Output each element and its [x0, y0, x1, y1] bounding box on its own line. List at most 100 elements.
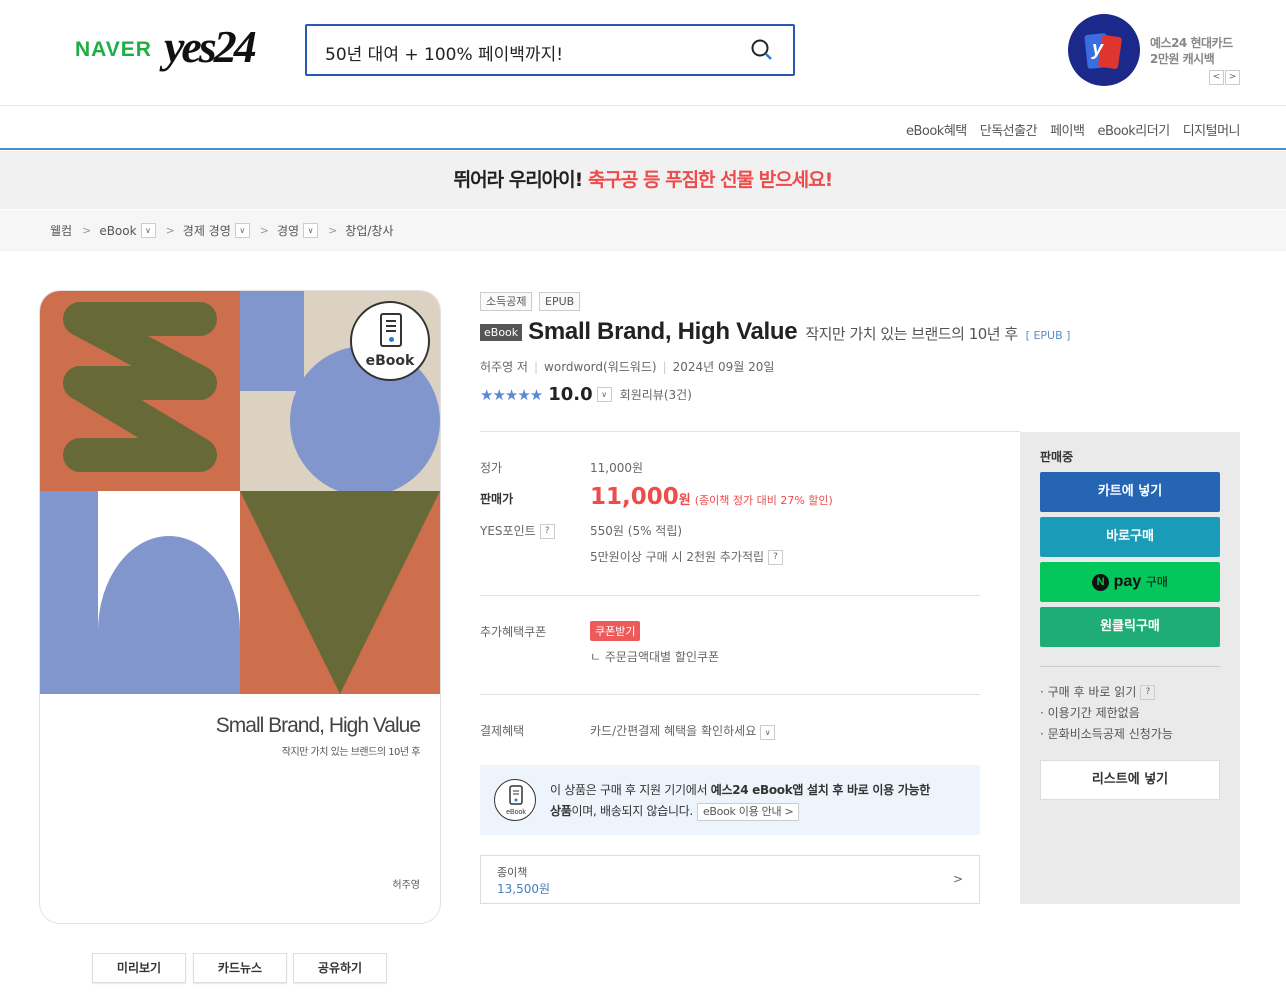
- divider: [1040, 666, 1220, 667]
- notice-text-product: 상품: [550, 804, 572, 818]
- subnav-digital-money[interactable]: 디지털머니: [1183, 120, 1241, 139]
- divider: [480, 595, 980, 596]
- banner-text-1: 뛰어라 우리아이!: [453, 169, 584, 191]
- rating-score: 10.0: [548, 384, 593, 405]
- share-button[interactable]: 공유하기: [293, 953, 387, 983]
- rating-row: ★★★★★ 10.0 ∨ 회원리뷰(3건): [480, 384, 692, 405]
- point-label-text: YES포인트: [480, 524, 536, 538]
- notice-text-bold: 예스24 eBook앱 설치 후 바로 이용 가능한: [710, 783, 931, 797]
- preview-button[interactable]: 미리보기: [92, 953, 186, 983]
- search-icon[interactable]: [751, 39, 773, 61]
- chevron-right-icon: >: [259, 224, 269, 237]
- star-rating-icon: ★★★★★: [480, 385, 543, 404]
- sale-price-unit: 원: [678, 493, 691, 508]
- cover-subtitle: 작지만 가치 있는 브랜드의 10년 후: [281, 747, 421, 758]
- product-subtitle: 작지만 가치 있는 브랜드의 10년 후: [805, 325, 1018, 343]
- search-input[interactable]: 50년 대여 + 100% 페이백까지!: [305, 24, 795, 76]
- publisher-link[interactable]: wordword(워드워드): [544, 360, 657, 374]
- point-extra: 5만원이상 구매 시 2천원 추가적립?: [590, 548, 784, 565]
- member-review-link[interactable]: 회원리뷰(3건): [620, 386, 692, 403]
- tag-tax-deduction: 소득공제: [480, 292, 533, 311]
- npay-suffix: 구매: [1145, 575, 1168, 589]
- divider: [480, 694, 980, 695]
- subnav-payback[interactable]: 페이백: [1050, 120, 1085, 139]
- coupon-label: 추가혜택쿠폰: [480, 625, 547, 639]
- add-to-wishlist-button[interactable]: 리스트에 넣기: [1040, 760, 1220, 800]
- breadcrumb-startup[interactable]: 창업/창사: [345, 222, 393, 239]
- sale-price-value: 11,000: [590, 484, 679, 510]
- point-value: 550원 (5% 적립): [590, 524, 683, 538]
- ebook-icon-label: eBook: [506, 809, 526, 816]
- chevron-right-icon: >: [952, 872, 963, 886]
- product-format: [ EPUB ]: [1025, 329, 1071, 342]
- promo-text[interactable]: 예스24 현대카드 2만원 캐시백: [1150, 35, 1233, 67]
- note-unlimited: · 이용기간 제한없음: [1040, 706, 1140, 720]
- chevron-down-icon[interactable]: ∨: [760, 725, 776, 740]
- coupon-download-button[interactable]: 쿠폰받기: [590, 621, 641, 641]
- payment-benefit-text: 카드/간편결제 혜택을 확인하세요: [590, 724, 757, 738]
- chevron-down-icon[interactable]: ∨: [234, 223, 250, 238]
- subnav-ebook-reader[interactable]: eBook리더기: [1097, 120, 1170, 139]
- card-news-button[interactable]: 카드뉴스: [193, 953, 287, 983]
- ebook-notice: eBook 이 상품은 구매 후 지원 기기에서 예스24 eBook앱 설치 …: [480, 765, 980, 835]
- author-link[interactable]: 허주영 저: [480, 360, 528, 374]
- paper-book-label: 종이책: [497, 866, 528, 879]
- help-icon[interactable]: ?: [768, 550, 784, 565]
- ebook-badge: eBook: [350, 301, 430, 381]
- purchase-sidebar: 판매중 카트에 넣기 바로구매 N pay 구매 원클릭구매 · 구매 후 바로…: [1020, 432, 1240, 904]
- help-icon[interactable]: ?: [1140, 685, 1156, 700]
- help-icon[interactable]: ?: [539, 524, 555, 539]
- promo-line1: 예스24 현대카드: [1150, 36, 1233, 50]
- sale-price: 11,000원 (종이책 정가 대비 27% 할인): [590, 484, 833, 510]
- ebook-badge-label: eBook: [365, 353, 415, 369]
- point-extra-text: 5만원이상 구매 시 2천원 추가적립: [590, 550, 765, 564]
- buy-now-button[interactable]: 바로구매: [1040, 517, 1220, 557]
- tag-epub: EPUB: [539, 292, 581, 311]
- list-price-label: 정가: [480, 461, 503, 475]
- breadcrumb-management[interactable]: 경영: [277, 222, 299, 239]
- search-input-value[interactable]: 50년 대여 + 100% 페이백까지!: [325, 40, 563, 65]
- payment-label: 결제혜택: [480, 724, 525, 738]
- product-title: Small Brand, High Value: [528, 318, 798, 345]
- sub-nav: eBook혜택 단독선출간 페이백 eBook리더기 디지털머니: [0, 106, 1286, 150]
- banner-text-2: 축구공 등 푸짐한 선물 받으세요!: [587, 169, 833, 191]
- one-click-buy-button[interactable]: 원클릭구매: [1040, 607, 1220, 647]
- point-label: YES포인트?: [480, 522, 555, 539]
- note-instant-read: · 구매 후 바로 읽기: [1040, 685, 1137, 699]
- book-cover[interactable]: eBook Small Brand, High Value 작지만 가치 있는 …: [40, 291, 440, 923]
- chevron-right-icon: >: [82, 224, 92, 237]
- breadcrumb: 웰컴 > eBook ∨ > 경제 경영 ∨ > 경영 ∨ > 창업/창사: [0, 210, 1286, 251]
- chevron-down-icon[interactable]: ∨: [140, 223, 156, 238]
- paper-book-price: 13,500원: [497, 882, 551, 896]
- subnav-ebook-benefit[interactable]: eBook혜택: [906, 120, 967, 139]
- ebook-device-icon: eBook: [494, 779, 536, 821]
- sidebar-notes: · 구매 후 바로 읽기? · 이용기간 제한없음 · 문화비소득공제 신청가능: [1040, 682, 1173, 745]
- naver-logo[interactable]: NAVER: [75, 38, 152, 62]
- subnav-exclusive[interactable]: 단독선출간: [980, 120, 1038, 139]
- notice-text-1: 이 상품은 구매 후 지원 기기에서: [550, 783, 711, 797]
- chevron-down-icon[interactable]: ∨: [596, 387, 612, 402]
- add-to-cart-button[interactable]: 카트에 넣기: [1040, 472, 1220, 512]
- hyundai-card-promo-image[interactable]: y: [1068, 14, 1140, 86]
- sale-price-label: 판매가: [480, 492, 514, 506]
- yes24-logo[interactable]: yes24: [164, 20, 257, 73]
- npay-button[interactable]: N pay 구매: [1040, 562, 1220, 602]
- promo-prev-button[interactable]: <: [1209, 70, 1224, 85]
- breadcrumb-economy[interactable]: 경제 경영: [183, 222, 231, 239]
- breadcrumb-welcome[interactable]: 웰컴: [50, 222, 72, 239]
- publish-date: 2024년 09월 20일: [672, 360, 775, 374]
- paper-book-link[interactable]: 종이책 13,500원 >: [480, 855, 980, 904]
- product-meta: 허주영 저 | wordword(워드워드) | 2024년 09월 20일: [480, 360, 775, 374]
- payment-benefit[interactable]: 카드/간편결제 혜택을 확인하세요 ∨: [590, 722, 776, 740]
- promo-line2: 2만원 캐시백: [1150, 52, 1215, 66]
- list-price-value: 11,000원: [590, 461, 644, 475]
- ebook-guide-button[interactable]: eBook 이용 안내 >: [696, 803, 800, 821]
- cover-author: 허주영: [392, 880, 420, 891]
- promo-next-button[interactable]: >: [1225, 70, 1240, 85]
- divider: [480, 431, 1020, 432]
- event-banner[interactable]: 뛰어라 우리아이! 축구공 등 푸짐한 선물 받으세요!: [0, 151, 1286, 209]
- notice-text-2: 이며, 배송되지 않습니다.: [571, 804, 693, 818]
- chevron-down-icon[interactable]: ∨: [303, 223, 319, 238]
- breadcrumb-ebook[interactable]: eBook: [99, 224, 136, 238]
- ebook-label: eBook: [480, 324, 523, 341]
